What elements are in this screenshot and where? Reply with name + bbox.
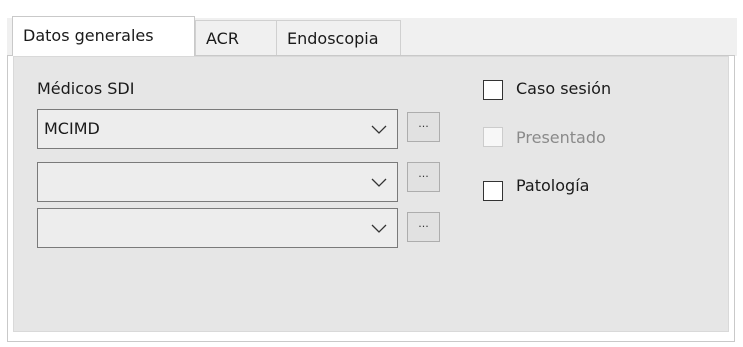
presentado-label: Presentado [516, 128, 606, 147]
tab-label: ACR [206, 29, 239, 48]
medico-combo-3[interactable] [37, 208, 398, 248]
browse-medico-3-button[interactable]: ... [407, 212, 440, 242]
tab-acr[interactable]: ACR [195, 20, 277, 56]
browse-medico-2-button[interactable]: ... [407, 162, 440, 192]
medico-combo-2[interactable] [37, 162, 398, 202]
patologia-checkbox[interactable] [483, 181, 503, 201]
medico-combo-1[interactable]: MCIMD [37, 109, 398, 149]
tab-datos-generales[interactable]: Datos generales [12, 16, 195, 56]
dialog-window: Datos generales ACR Endoscopia Médicos S… [0, 0, 743, 347]
tab-label: Datos generales [23, 26, 154, 45]
presentado-checkbox [483, 127, 503, 147]
chevron-down-icon [371, 224, 387, 233]
combo-value: MCIMD [44, 119, 100, 138]
browse-medico-1-button[interactable]: ... [407, 112, 440, 142]
chevron-down-icon [371, 178, 387, 187]
chevron-down-icon [371, 125, 387, 134]
caso-sesion-checkbox[interactable] [483, 80, 503, 100]
tab-label: Endoscopia [287, 29, 379, 48]
patologia-label[interactable]: Patología [516, 176, 589, 195]
medicos-label: Médicos SDI [37, 79, 135, 98]
tab-endoscopia[interactable]: Endoscopia [276, 20, 401, 56]
caso-sesion-label[interactable]: Caso sesión [516, 79, 611, 98]
